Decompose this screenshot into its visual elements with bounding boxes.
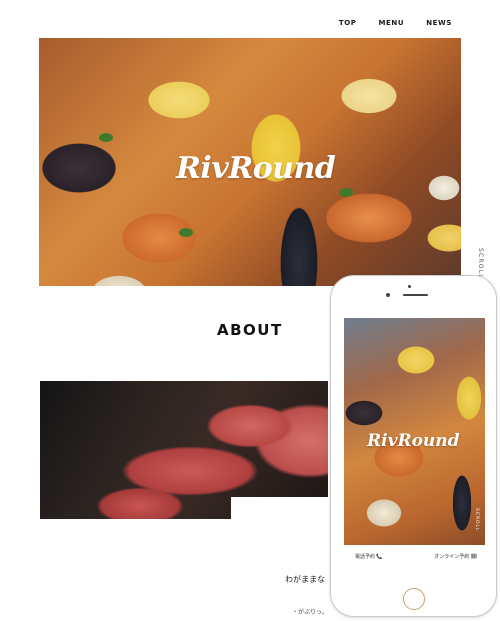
image-cutout (231, 497, 331, 525)
nav-item-news[interactable]: NEWS (426, 19, 452, 27)
nav-item-top[interactable]: TOP (339, 19, 357, 27)
herb-garnish (179, 228, 193, 237)
about-heading: ABOUT (217, 321, 283, 339)
phone-speaker (403, 294, 428, 296)
nav-item-menu[interactable]: MENU (378, 19, 404, 27)
about-subtext: ・がぶりっ。 (292, 610, 329, 616)
phone-mockup: RivRound SCROLL 電話予約 📞 オンライン予約 🗓 (330, 275, 497, 617)
scroll-indicator[interactable]: SCROLL (477, 248, 484, 279)
phone-screen: RivRound SCROLL 電話予約 📞 オンライン予約 🗓 (344, 318, 485, 567)
hero-logo-title: RivRound (176, 151, 336, 186)
phone-reservation-bar: 電話予約 📞 オンライン予約 🗓 (344, 545, 485, 567)
hero-image: RivRound (39, 38, 461, 286)
phone-camera (386, 293, 390, 297)
phone-logo-title: RivRound (367, 431, 460, 451)
about-text: わがままな (285, 575, 325, 584)
herb-garnish (339, 188, 353, 197)
top-nav: TOP MENU NEWS (339, 19, 452, 27)
phone-home-button[interactable] (403, 588, 425, 610)
phone-sensor (408, 285, 411, 288)
online-reservation-button[interactable]: オンライン予約 🗓 (434, 553, 477, 560)
phone-call-button[interactable]: 電話予約 📞 (355, 553, 383, 560)
phone-scroll-indicator[interactable]: SCROLL (474, 508, 479, 532)
herb-garnish (99, 133, 113, 142)
